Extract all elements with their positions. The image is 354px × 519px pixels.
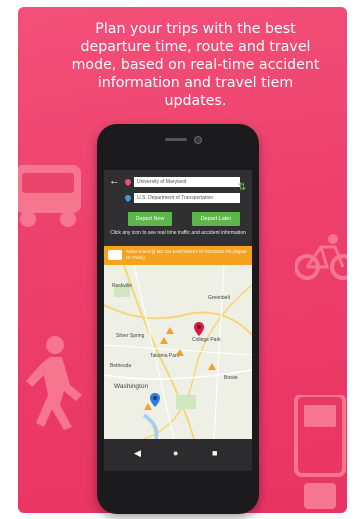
swap-icon[interactable]: ⇅: [238, 182, 246, 193]
traffic-alert-icon: [108, 250, 122, 260]
origin-pin-icon: [123, 177, 133, 187]
phone-top-bezel: [97, 124, 259, 169]
origin-input[interactable]: University of Maryland: [134, 177, 240, 187]
destination-input[interactable]: U.S. Department of Transportation: [134, 193, 240, 203]
map-label-silver-spring: Silver Spring: [116, 333, 145, 339]
destination-map-pin-icon[interactable]: [150, 393, 160, 407]
app-screen: ← University of Maryland U.S. Department…: [104, 170, 252, 471]
incident-warning-icon[interactable]: [166, 327, 174, 334]
destination-pin-icon: [123, 193, 133, 203]
front-camera-icon: [194, 136, 202, 144]
headline-text: Plan your trips with the best departure …: [71, 21, 320, 109]
map-label-college-park: College Park: [192, 337, 221, 343]
phone-frame: ← University of Maryland U.S. Department…: [97, 124, 259, 514]
depart-now-button[interactable]: Depart Now: [128, 212, 172, 226]
pedestrian-illustration: [26, 336, 82, 430]
map-view[interactable]: Silver Spring College Park Washington Gr…: [104, 265, 252, 439]
nav-home-icon[interactable]: ●: [173, 448, 178, 458]
hint-text: Click any icon to see real time traffic …: [110, 230, 246, 236]
train-illustration: [294, 395, 346, 509]
map-label-takoma-park: Takoma Park: [150, 353, 180, 359]
map-label-bethesda: Bethesda: [110, 363, 132, 369]
route-input-panel: ← University of Maryland U.S. Department…: [104, 170, 252, 246]
incident-warning-icon[interactable]: [160, 337, 168, 344]
alert-banner[interactable]: Active Event @ MD 214 EAST/WEST AT ADDIS…: [104, 246, 252, 265]
back-arrow-icon[interactable]: ←: [109, 175, 120, 187]
nav-back-icon[interactable]: ◀: [134, 448, 141, 459]
map-label-greenbelt: Greenbelt: [208, 295, 230, 301]
android-nav-bar: ◀ ● ■: [104, 439, 252, 471]
incident-warning-icon[interactable]: [208, 363, 216, 370]
alert-text: Active Event @ MD 214 EAST/WEST AT ADDIS…: [126, 249, 247, 260]
map-label-rockville: Rockville: [112, 283, 133, 289]
map-label-bowie: Bowie: [224, 375, 238, 381]
origin-map-pin-icon[interactable]: [194, 322, 204, 336]
map-label-washington: Washington: [114, 383, 149, 390]
nav-recents-icon[interactable]: ■: [212, 448, 217, 458]
bicycle-illustration: [295, 234, 347, 280]
depart-later-button[interactable]: Depart Later: [192, 212, 240, 226]
incident-warning-icon[interactable]: [176, 349, 184, 356]
speaker-grille: [165, 138, 187, 141]
bus-illustration: [18, 165, 81, 227]
